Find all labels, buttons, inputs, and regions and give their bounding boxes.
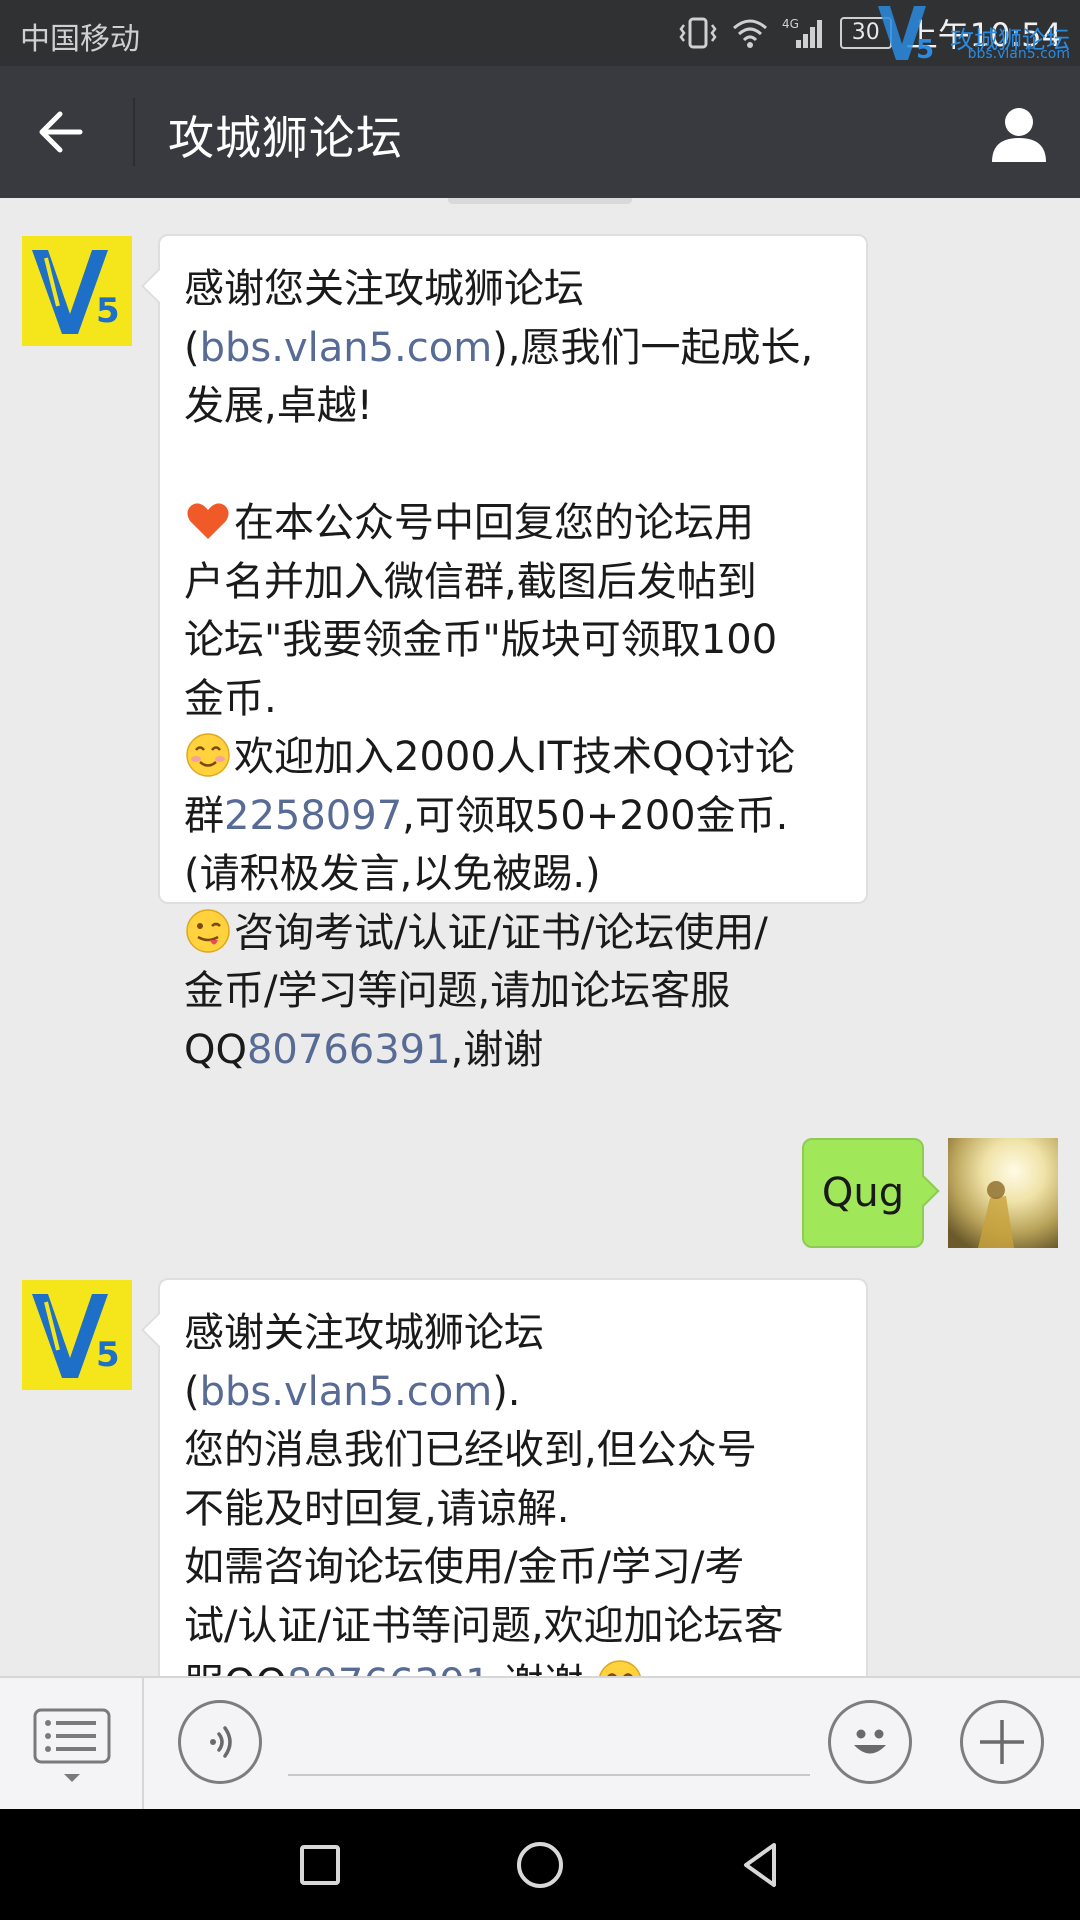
v5-watermark-icon: 5 xyxy=(878,6,934,65)
svg-text:5: 5 xyxy=(96,1335,120,1375)
user-photo-icon xyxy=(948,1138,1058,1248)
smiley-icon xyxy=(854,1729,886,1754)
vibrate-icon xyxy=(679,17,717,49)
back-nav-button[interactable] xyxy=(734,1837,790,1893)
home-button[interactable] xyxy=(512,1837,568,1893)
outgoing-message-bubble[interactable]: Qug xyxy=(802,1138,924,1248)
voice-icon xyxy=(210,1726,232,1758)
svg-text:4G: 4G xyxy=(782,17,799,31)
arrow-left-icon xyxy=(39,111,83,153)
official-avatar[interactable]: 5 xyxy=(22,1280,132,1390)
smile-emoji-icon xyxy=(599,1660,641,1676)
signal-icon: 4G xyxy=(782,17,822,48)
circle-icon xyxy=(517,1842,563,1888)
carrier-name: 中国移动 xyxy=(20,22,140,57)
pull-indicator xyxy=(448,198,632,204)
watermark-logo: 5 攻城狮论坛 bbs.vlan5.com xyxy=(874,2,1074,66)
message-link[interactable]: bbs.vlan5.com xyxy=(200,325,493,371)
svg-text:5: 5 xyxy=(96,291,120,331)
message-text: ,谢谢 xyxy=(491,1661,596,1676)
triangle-icon xyxy=(744,1843,776,1887)
wifi-icon xyxy=(732,19,767,48)
message-link[interactable]: 2258097 xyxy=(224,793,402,839)
incoming-message-bubble[interactable]: 感谢关注攻城狮论坛 (bbs.vlan5.com). 您的消息我们已经收到,但公… xyxy=(158,1278,868,1676)
heart-emoji-icon xyxy=(187,503,229,539)
message-link[interactable]: 80766391 xyxy=(247,1027,451,1073)
outgoing-message-text: Qug xyxy=(821,1170,905,1216)
input-bar xyxy=(0,1676,1080,1809)
header-divider xyxy=(133,98,135,166)
app-header: 攻城狮论坛 xyxy=(0,66,1080,198)
watermark-url: bbs.vlan5.com xyxy=(967,46,1070,62)
message-text: 在本公众号中回复您的论坛用 户名并加入微信群,截图后发帖到 论坛"我要领金币"版… xyxy=(184,500,778,722)
incoming-message-bubble[interactable]: 感谢您关注攻城狮论坛 (bbs.vlan5.com),愿我们一起成长, 发展,卓… xyxy=(158,234,868,1073)
plus-icon xyxy=(980,1720,1024,1764)
message-input[interactable] xyxy=(288,1708,810,1776)
v5-logo-icon: 5 xyxy=(22,1280,132,1390)
list-menu-icon xyxy=(33,1708,111,1782)
message-text: ,谢谢 xyxy=(450,1026,544,1073)
recent-apps-button[interactable] xyxy=(292,1837,348,1893)
status-bar: 中国移动 4G 30 上午10:54 5 攻城狮论坛 bbs.vlan5.com xyxy=(0,0,1080,66)
profile-button[interactable] xyxy=(988,102,1050,164)
wink-emoji-icon xyxy=(186,908,230,953)
voice-button[interactable] xyxy=(178,1700,262,1784)
page-title: 攻城狮论坛 xyxy=(168,111,403,165)
back-button[interactable] xyxy=(30,102,106,162)
message-link[interactable]: bbs.vlan5.com xyxy=(200,1369,493,1415)
v5-logo-icon: 5 xyxy=(22,236,132,346)
svg-text:5: 5 xyxy=(916,35,934,65)
square-icon xyxy=(300,1845,340,1885)
person-icon xyxy=(992,108,1046,162)
official-avatar[interactable]: 5 xyxy=(22,236,132,346)
my-avatar[interactable] xyxy=(948,1138,1058,1248)
system-nav-bar xyxy=(0,1809,1080,1920)
emoji-button[interactable] xyxy=(828,1700,912,1784)
smile-emoji-icon xyxy=(186,733,230,777)
more-button[interactable] xyxy=(960,1700,1044,1784)
menu-toggle-button[interactable] xyxy=(0,1678,144,1809)
chat-area[interactable]: 5 感谢您关注攻城狮论坛 (bbs.vlan5.com),愿我们一起成长, 发展… xyxy=(0,198,1080,1676)
message-link[interactable]: 80766391 xyxy=(287,1661,491,1676)
